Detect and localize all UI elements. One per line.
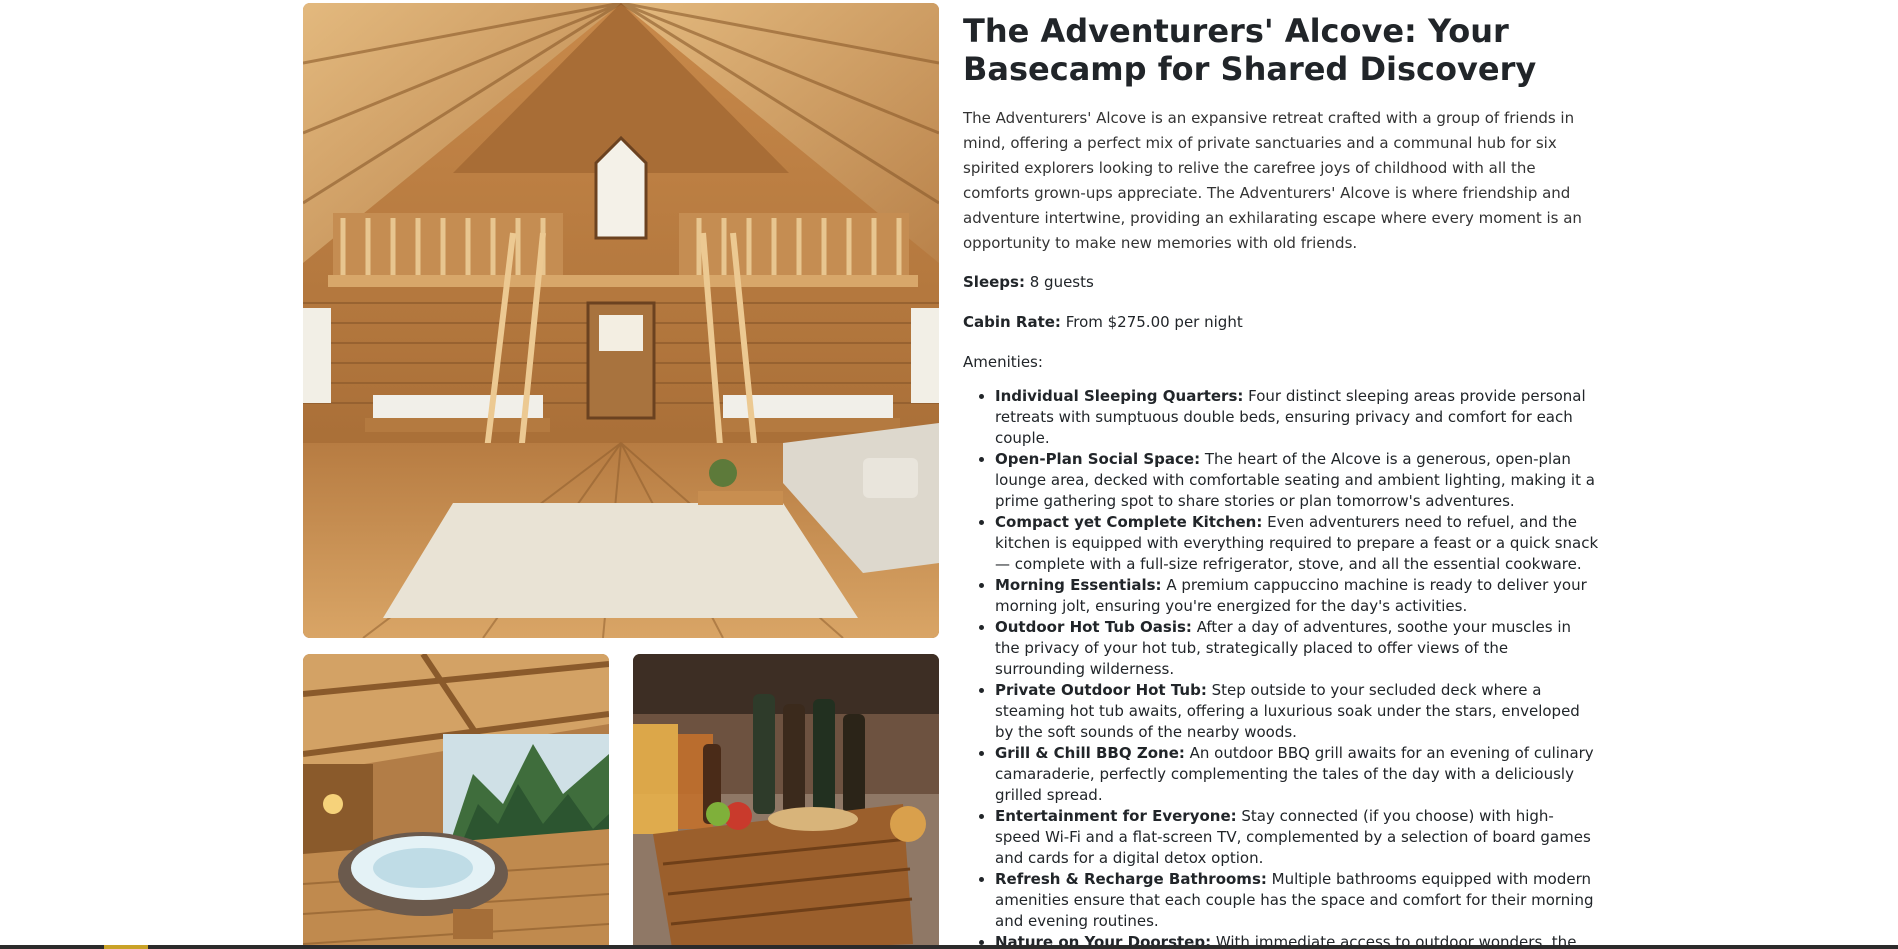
amenity-item: Morning Essentials: A premium cappuccino… [995, 575, 1599, 617]
amenity-name: Grill & Chill BBQ Zone: [995, 744, 1185, 762]
listing-description: The Adventurers' Alcove is an expansive … [963, 109, 1582, 252]
listing-title: The Adventurers' Alcove: Your Basecamp f… [963, 12, 1537, 88]
amenity-name: Compact yet Complete Kitchen: [995, 513, 1263, 531]
amenity-name: Private Outdoor Hot Tub: [995, 681, 1207, 699]
amenity-item: Individual Sleeping Quarters: Four disti… [995, 386, 1599, 449]
beer-basket-photo[interactable] [633, 654, 939, 949]
rate-value: From $275.00 per night [1060, 313, 1243, 331]
rate-info: Cabin Rate: From $275.00 per night [963, 308, 1599, 336]
sleeps-info: Sleeps: 8 guests [963, 268, 1599, 296]
amenities-heading: Amenities: [963, 353, 1043, 371]
amenity-item: Grill & Chill BBQ Zone: An outdoor BBQ g… [995, 743, 1599, 806]
amenity-item: Open-Plan Social Space: The heart of the… [995, 449, 1599, 512]
amenity-name: Outdoor Hot Tub Oasis: [995, 618, 1192, 636]
amenity-name: Individual Sleeping Quarters: [995, 387, 1244, 405]
photo-row [303, 654, 939, 949]
hot-tub-deck-photo[interactable] [303, 654, 609, 949]
sleeps-label: Sleeps: [963, 273, 1025, 291]
amenity-name: Open-Plan Social Space: [995, 450, 1201, 468]
amenity-item: Private Outdoor Hot Tub: Step outside to… [995, 680, 1599, 743]
amenity-name: Entertainment for Everyone: [995, 807, 1237, 825]
photo-gallery [303, 3, 939, 949]
rate-label: Cabin Rate: [963, 313, 1061, 331]
amenity-item: Compact yet Complete Kitchen: Even adven… [995, 512, 1599, 575]
bottom-taskbar-strip [0, 945, 1898, 949]
amenity-item: Outdoor Hot Tub Oasis: After a day of ad… [995, 617, 1599, 680]
sleeps-value: 8 guests [1024, 273, 1094, 291]
taskbar-accent [104, 945, 148, 949]
listing-details: The Adventurers' Alcove: Your Basecamp f… [963, 6, 1599, 949]
amenity-name: Refresh & Recharge Bathrooms: [995, 870, 1267, 888]
cabin-interior-photo[interactable] [303, 3, 939, 638]
amenities-list: Individual Sleeping Quarters: Four disti… [963, 386, 1599, 949]
amenity-name: Morning Essentials: [995, 576, 1162, 594]
amenity-item: Entertainment for Everyone: Stay connect… [995, 806, 1599, 869]
amenity-item: Refresh & Recharge Bathrooms: Multiple b… [995, 869, 1599, 932]
listing-page: The Adventurers' Alcove: Your Basecamp f… [0, 0, 1898, 949]
